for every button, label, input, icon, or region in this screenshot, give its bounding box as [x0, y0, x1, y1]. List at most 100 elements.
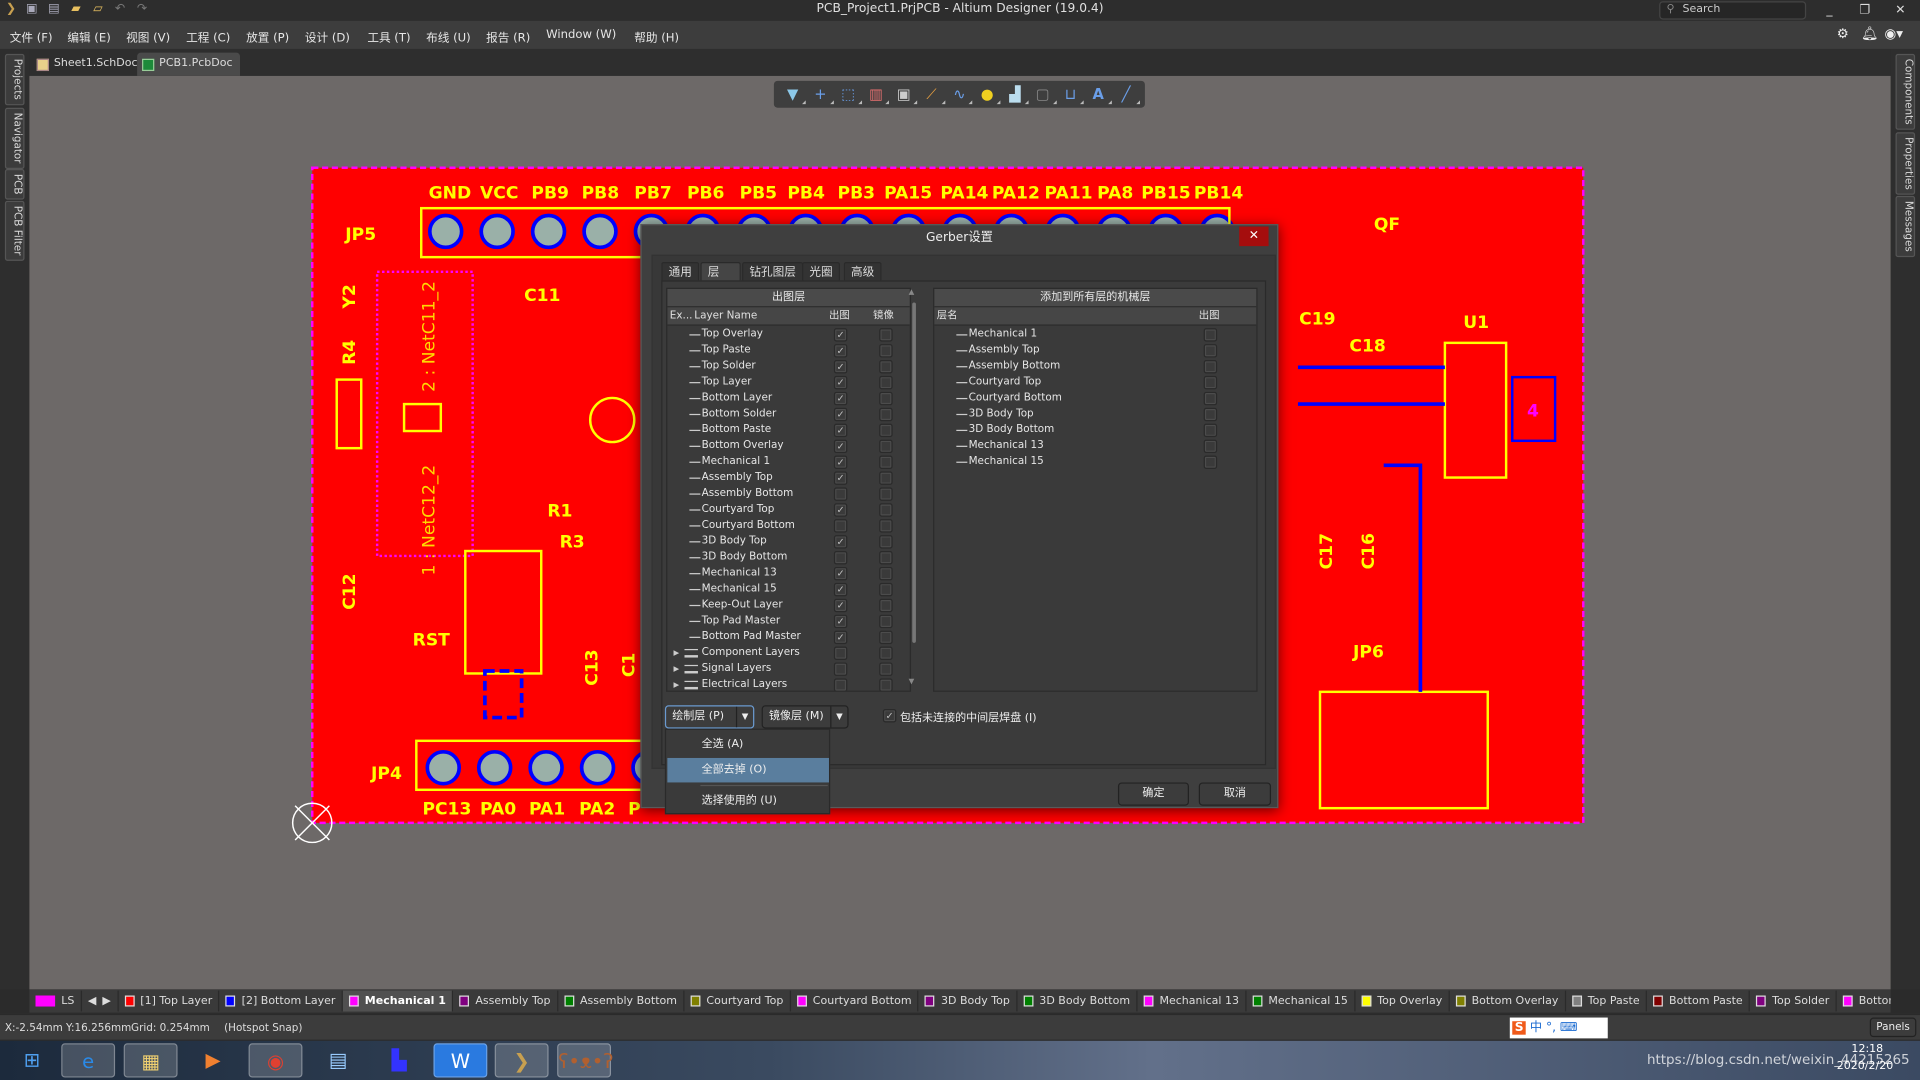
menu-item-select-all[interactable]: 全选 (A) [667, 732, 829, 756]
plot-checkbox[interactable]: ✓ [833, 439, 848, 454]
col-layer-name[interactable]: Layer Name [694, 307, 757, 325]
col-plot[interactable]: 出图 [829, 307, 850, 325]
panel-tab-pcb-filter[interactable]: PCB Filter [4, 200, 25, 261]
plot-checkbox[interactable]: ✓ [833, 471, 848, 485]
plot-checkbox[interactable]: ✓ [833, 566, 848, 581]
layer-row[interactable]: Mechanical 1 ✓ [667, 454, 909, 470]
plot-checkbox[interactable]: ✓ [833, 630, 848, 645]
ime-mode[interactable]: 中 [1530, 1021, 1542, 1034]
layer-row[interactable]: Bottom Paste ✓ [667, 422, 909, 438]
layer-tab[interactable]: Assembly Top [453, 990, 558, 1012]
plot-checkbox[interactable] [833, 646, 848, 661]
plot-checkbox[interactable]: ✓ [833, 455, 848, 469]
mirror-checkbox[interactable] [879, 439, 893, 454]
panel-tab-pcb[interactable]: PCB [4, 168, 25, 200]
plot-checkbox[interactable] [1203, 391, 1218, 406]
layer-row[interactable]: Courtyard Bottom [667, 518, 909, 534]
menu-window[interactable]: Window (W) [546, 28, 616, 41]
col-mirror[interactable]: 镜像 [873, 307, 894, 325]
mirror-checkbox[interactable] [879, 519, 893, 533]
calculator-icon[interactable]: ▤ [311, 1043, 365, 1077]
layer-row[interactable]: ▶ Signal Layers [667, 661, 909, 677]
tab-general[interactable]: 通用 [661, 262, 700, 281]
mirror-checkbox[interactable] [879, 678, 893, 691]
plot-checkbox[interactable] [833, 662, 848, 676]
plot-checkbox[interactable]: ✓ [833, 535, 848, 549]
close-window-button[interactable]: ✕ [1887, 1, 1914, 19]
pad-icon[interactable]: ● [976, 83, 1001, 105]
mirror-checkbox[interactable] [879, 598, 893, 613]
mirror-checkbox[interactable] [879, 328, 893, 342]
menu-place[interactable]: 放置 (P) [246, 28, 289, 45]
layer-tab[interactable]: Mechanical 1 [342, 990, 454, 1012]
scroll-left-icon[interactable]: ◀ [88, 995, 96, 1007]
layer-tab[interactable]: [1] Top Layer [118, 990, 220, 1012]
layer-row[interactable]: Courtyard Top ✓ [667, 502, 909, 518]
include-unconnected-checkbox[interactable]: ✓ [882, 708, 897, 723]
align-icon[interactable]: ▥ [865, 83, 890, 105]
layer-tab[interactable]: Bottom Solder [1837, 991, 1891, 1012]
plot-checkbox[interactable] [1203, 407, 1218, 422]
panel-tab-messages[interactable]: Messages [1895, 195, 1916, 257]
mirror-checkbox[interactable] [879, 407, 893, 422]
plot-checkbox[interactable] [1203, 360, 1218, 374]
col-layer-name[interactable]: 层名 [937, 307, 958, 325]
layer-tab[interactable]: Top Overlay [1355, 990, 1450, 1012]
menu-project[interactable]: 工程 (C) [186, 28, 230, 45]
menu-file[interactable]: 文件 (F) [10, 28, 53, 45]
layer-tab[interactable]: [2] Bottom Layer [220, 990, 343, 1012]
mirror-checkbox[interactable] [879, 630, 893, 645]
mirror-checkbox[interactable] [879, 662, 893, 676]
layer-tab[interactable]: 3D Body Top [919, 990, 1018, 1012]
route-icon[interactable]: ⟋ [921, 83, 946, 105]
mirror-checkbox[interactable] [879, 360, 893, 374]
layer-row[interactable]: ▶ Electrical Layers [667, 677, 909, 691]
mirror-checkbox[interactable] [879, 551, 893, 565]
mirror-checkbox[interactable] [879, 344, 893, 358]
layer-tab[interactable]: Assembly Bottom [558, 990, 685, 1012]
mechanical-layer-row[interactable]: Courtyard Bottom [934, 391, 1256, 407]
plot-checkbox[interactable] [1203, 439, 1218, 454]
layer-set-button[interactable]: LS [29, 990, 82, 1012]
layer-row[interactable]: Assembly Top ✓ [667, 470, 909, 486]
plot-checkbox[interactable]: ✓ [833, 598, 848, 613]
menu-tools[interactable]: 工具 (T) [367, 28, 410, 45]
text-icon[interactable]: A [1087, 83, 1112, 105]
tab-layers[interactable]: 层 [700, 262, 741, 281]
menu-route[interactable]: 布线 (U) [426, 28, 471, 45]
mechanical-layer-row[interactable]: Mechanical 15 [934, 454, 1256, 470]
cancel-button[interactable]: 取消 [1198, 782, 1272, 806]
mirror-checkbox[interactable] [879, 582, 893, 597]
plot-layers-dropdown[interactable]: 绘制层 (P) ▼ [664, 705, 755, 729]
layer-row[interactable]: Bottom Overlay ✓ [667, 438, 909, 454]
dimension-icon[interactable]: ⊔ [1059, 83, 1084, 105]
gear-icon[interactable]: ⚙ [1837, 26, 1849, 42]
include-unconnected-pads-option[interactable]: ✓ 包括未连接的中间层焊盘 (I) [882, 708, 1201, 725]
plot-checkbox[interactable] [1203, 375, 1218, 390]
expand-arrow-icon[interactable]: ▶ [673, 645, 679, 661]
polygon-icon[interactable]: ▟ [1004, 83, 1029, 105]
ok-button[interactable]: 确定 [1117, 782, 1189, 806]
layer-row[interactable]: Top Pad Master ✓ [667, 613, 909, 629]
menu-view[interactable]: 视图 (V) [126, 28, 170, 45]
tab-drill-drawing[interactable]: 钻孔图层 [742, 262, 804, 281]
layer-row[interactable]: Top Paste ✓ [667, 343, 909, 359]
menu-design[interactable]: 设计 (D) [305, 28, 350, 45]
layer-row[interactable]: Mechanical 15 ✓ [667, 582, 909, 598]
chrome-icon[interactable]: ◉ [248, 1043, 303, 1078]
tab-advanced[interactable]: 高级 [843, 262, 882, 281]
plot-layers-scrollbar[interactable]: ▲ ▼ [909, 288, 920, 692]
panel-tab-navigator[interactable]: Navigator [4, 107, 25, 169]
media-player-icon[interactable]: ▶ [186, 1043, 240, 1077]
file-explorer-icon[interactable]: ▦ [123, 1043, 178, 1078]
layer-row[interactable]: Top Layer ✓ [667, 375, 909, 391]
plot-checkbox[interactable] [1203, 344, 1218, 358]
mirror-checkbox[interactable] [879, 503, 893, 517]
line-icon[interactable]: ╱ [1115, 83, 1140, 105]
tab-sheet1-schdoc[interactable]: Sheet1.SchDoc [32, 53, 145, 76]
chevron-down-icon[interactable]: ▼ [735, 706, 753, 728]
layer-row[interactable]: Assembly Bottom [667, 486, 909, 502]
mirror-checkbox[interactable] [879, 535, 893, 549]
mirror-checkbox[interactable] [879, 471, 893, 485]
mirror-checkbox[interactable] [879, 375, 893, 390]
